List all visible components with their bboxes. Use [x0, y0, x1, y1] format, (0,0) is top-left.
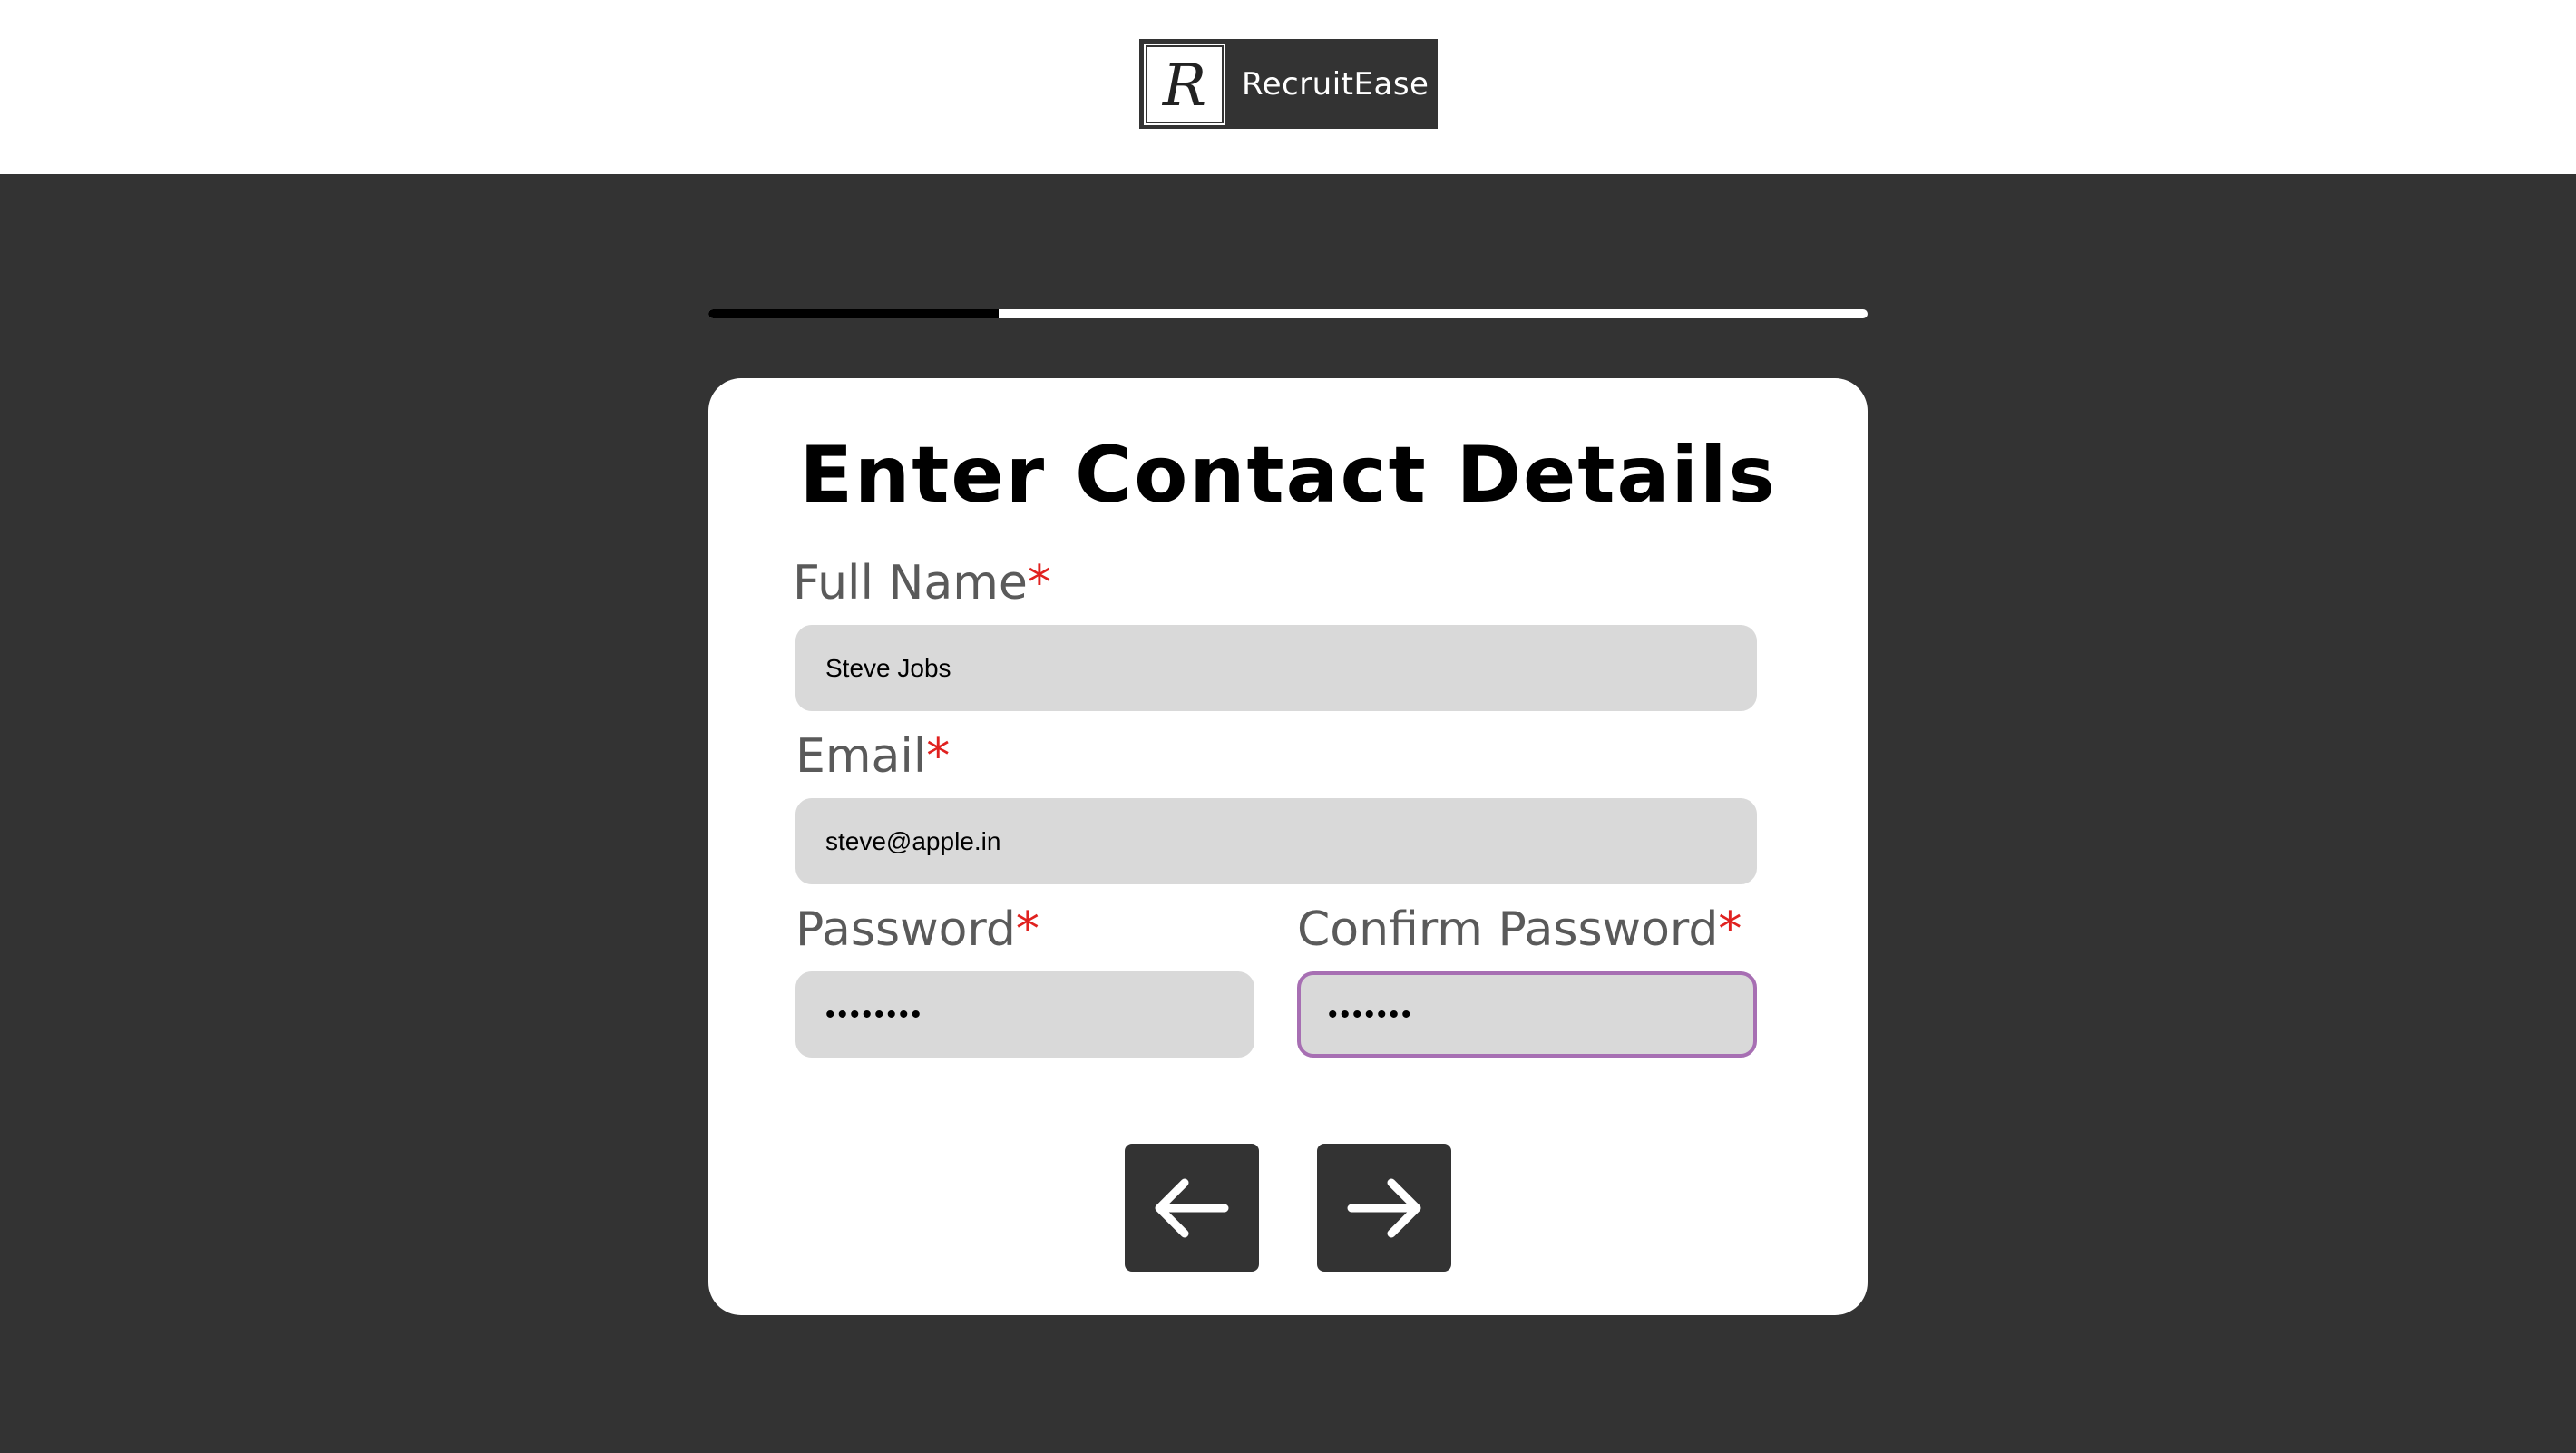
contact-form-card: Enter Contact Details Full Name* Steve J… [708, 378, 1868, 1315]
full-name-input[interactable]: Steve Jobs [795, 625, 1757, 711]
back-button[interactable] [1125, 1144, 1259, 1272]
password-input[interactable]: •••••••• [795, 971, 1254, 1058]
next-button[interactable] [1317, 1144, 1451, 1272]
brand-name: RecruitEase [1242, 65, 1429, 102]
required-marker: * [1015, 902, 1039, 957]
progress-bar-fill [708, 309, 999, 318]
confirm-password-input[interactable]: ••••••• [1297, 971, 1757, 1058]
arrow-right-icon [1347, 1178, 1421, 1237]
confirm-password-label: Confirm Password* [1297, 902, 1742, 957]
progress-bar [708, 309, 1868, 318]
required-marker: * [926, 729, 951, 784]
required-marker: * [1027, 556, 1051, 610]
logo-letter: R [1162, 53, 1206, 120]
header: R RecruitEase [0, 0, 2576, 174]
password-label: Password* [795, 902, 1039, 957]
logo-mark: R [1144, 43, 1225, 125]
full-name-label: Full Name* [793, 556, 1051, 610]
email-label: Email* [795, 729, 951, 784]
arrow-left-icon [1155, 1178, 1229, 1237]
page-title: Enter Contact Details [799, 430, 1777, 521]
email-input[interactable]: steve@apple.in [795, 798, 1757, 884]
required-marker: * [1718, 902, 1742, 957]
brand-logo[interactable]: R RecruitEase [1139, 39, 1438, 129]
